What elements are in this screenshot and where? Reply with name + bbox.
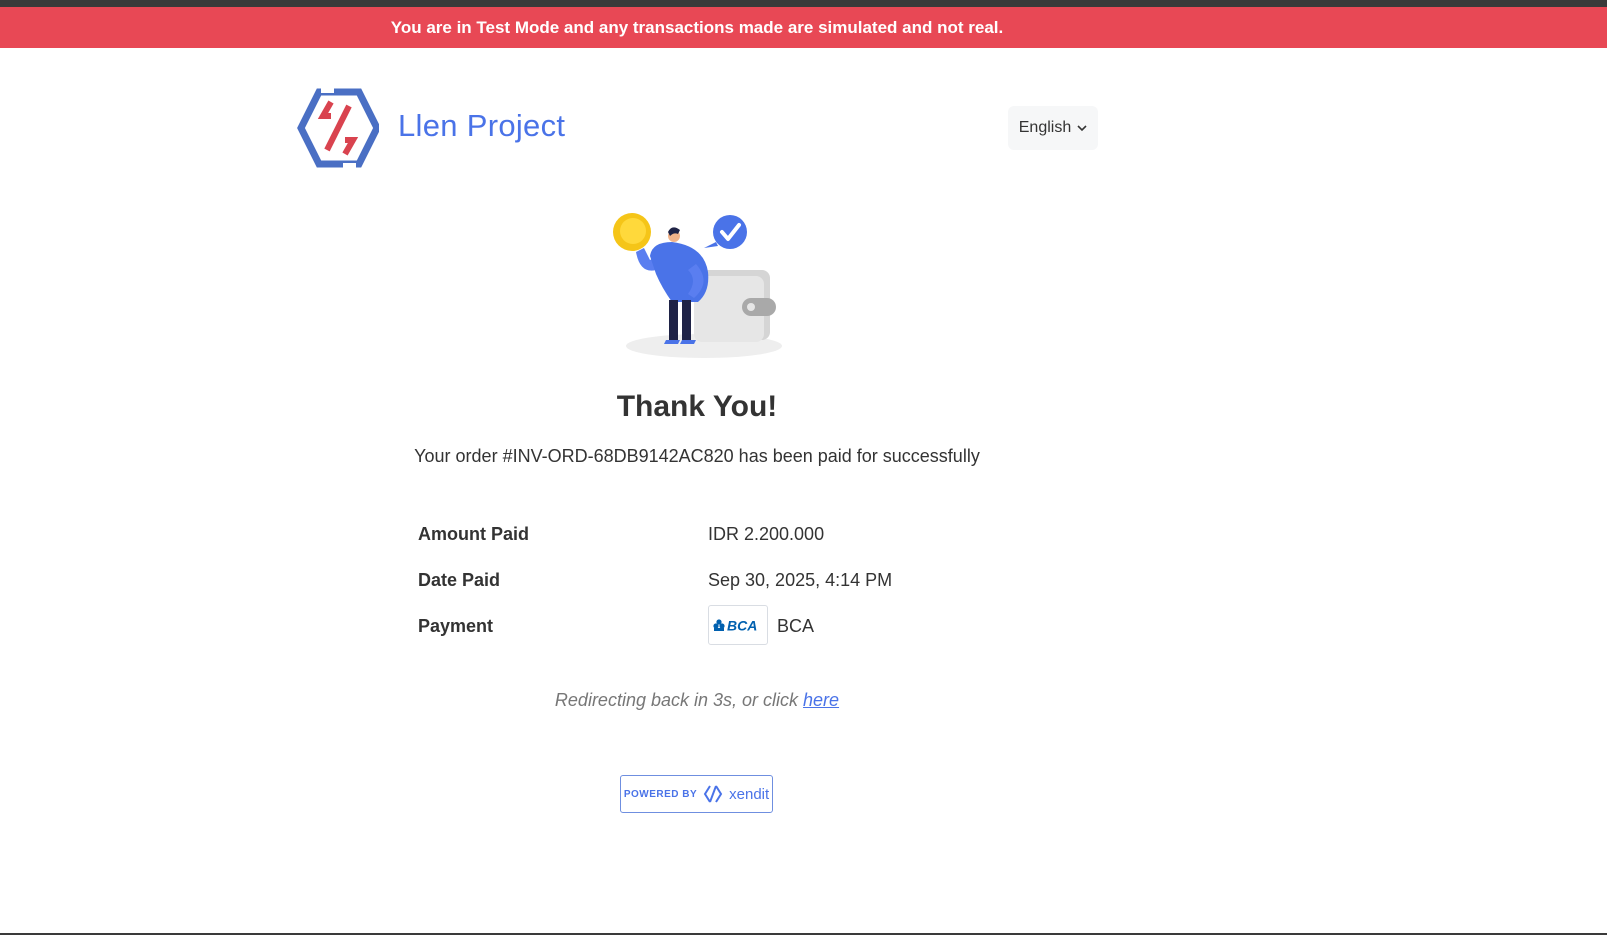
brand-name: Llen Project [398,108,566,143]
top-window-strip [0,0,1607,7]
order-success-message: Your order #INV-ORD-68DB9142AC820 has be… [414,446,980,466]
test-mode-banner-text: You are in Test Mode and any transaction… [390,17,1004,37]
payment-method-value: BCA [777,616,815,636]
amount-paid-value: IDR 2.200.000 [708,524,825,544]
language-selector-label: English [1018,119,1072,136]
svg-text:BCA: BCA [727,618,757,634]
chevron-down-icon [1077,124,1087,131]
bca-logo-mark: BCA [713,618,757,634]
date-paid-label: Date Paid [418,570,501,590]
payment-success-illustration [613,213,782,358]
powered-by-label: POWERED BY [623,788,698,800]
redirect-notice: Redirecting back in 3s, or click here [0,690,1394,711]
redirect-here-link[interactable]: here [803,690,839,710]
payment-method-label: Payment [418,616,494,636]
xendit-logo-icon [703,785,723,803]
redirect-notice-text: Redirecting back in 3s, or click [554,690,804,710]
bca-logo-icon: BCA [708,605,768,645]
test-mode-banner: You are in Test Mode and any transaction… [0,7,1607,48]
amount-paid-label: Amount Paid [418,524,529,544]
language-selector[interactable]: English [1008,106,1098,150]
page-title: Thank You! [616,390,778,423]
xendit-wordmark: xendit [729,785,770,803]
llen-project-logo-icon [297,88,379,168]
powered-by-xendit-badge[interactable]: POWERED BY xendit [620,775,773,813]
date-paid-value: Sep 30, 2025, 4:14 PM [708,570,893,590]
